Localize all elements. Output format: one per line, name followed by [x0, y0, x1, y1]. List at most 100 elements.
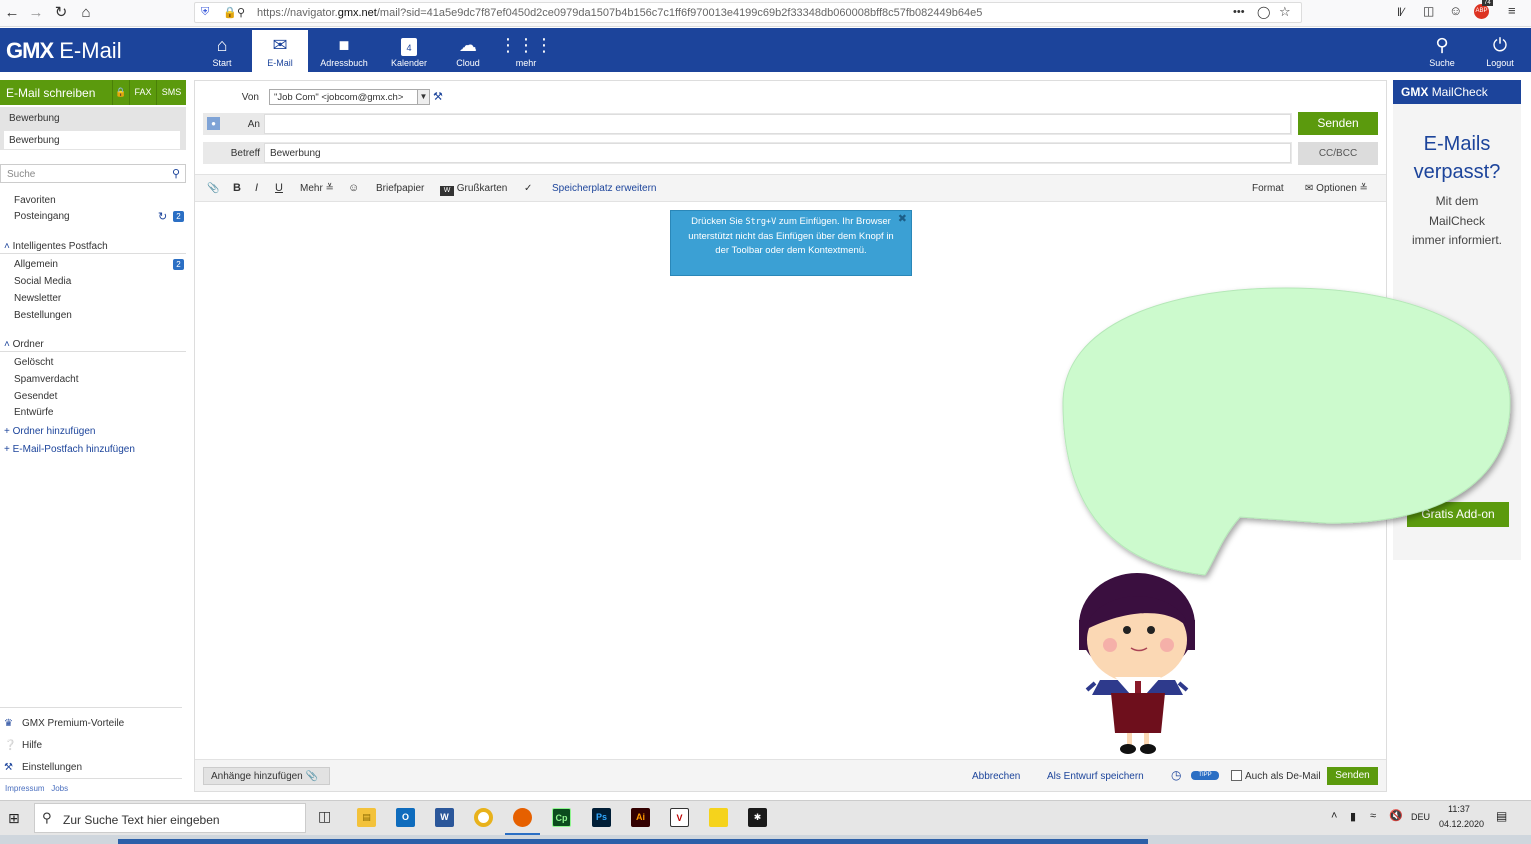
menu-icon[interactable]: ≡ [1508, 3, 1516, 18]
spellcheck-icon[interactable]: ✓ [524, 183, 532, 194]
format-button[interactable]: Format [1252, 183, 1284, 194]
italic-button[interactable]: I [255, 182, 258, 194]
legal-links[interactable]: Impressum Jobs [5, 784, 68, 793]
outlook-icon[interactable]: O [396, 808, 415, 827]
vnc-icon[interactable]: V [670, 808, 689, 827]
reload-icon[interactable]: ↻ [51, 3, 71, 23]
from-select[interactable]: "Job Com" <jobcom@gmx.ch> [269, 89, 419, 105]
send-button-bottom[interactable]: Senden [1327, 767, 1378, 785]
wifi-icon[interactable]: ≈ [1370, 810, 1376, 822]
sidebar-item-social-media[interactable]: Social Media [14, 276, 71, 287]
nav-cloud[interactable]: ☁ Cloud [440, 30, 496, 72]
forward-icon[interactable]: → [26, 3, 46, 23]
clock-icon[interactable]: ◷ [1171, 768, 1181, 782]
wrench-icon[interactable]: ⚒ [433, 90, 443, 103]
nav-calendar[interactable]: 4 Kalender [381, 30, 437, 72]
paperclip-icon[interactable]: 📎 [207, 183, 219, 194]
key-icon[interactable]: ⚲ [237, 6, 245, 19]
acrobat-icon[interactable]: ✱ [748, 808, 767, 827]
compose-button[interactable]: E-Mail schreiben 🔒 FAX SMS [0, 80, 186, 105]
sidebar-item-deleted[interactable]: Gelöscht [14, 357, 53, 368]
firefox-icon[interactable] [513, 808, 532, 827]
draft-tab[interactable]: Bewerbung [4, 131, 180, 149]
windows-start-icon[interactable]: ⊞ [8, 810, 20, 827]
add-mailbox-link[interactable]: + E-Mail-Postfach hinzufügen [4, 444, 135, 455]
ccbcc-button[interactable]: CC/BCC [1298, 142, 1378, 165]
sidebar-item-favorites[interactable]: Favoriten [14, 195, 56, 206]
task-view-icon[interactable]: ◫ [318, 808, 331, 825]
taskbar-search-input[interactable]: ⚲ Zur Suche Text hier eingeben [34, 803, 306, 833]
subject-input[interactable]: Bewerbung [264, 143, 1291, 163]
word-icon[interactable]: W [435, 808, 454, 827]
nav-addressbook[interactable]: ■ Adressbuch [314, 30, 374, 72]
search-icon[interactable]: ⚲ [172, 167, 180, 180]
address-bar[interactable]: ⛨ 🔒 ⚲ https://navigator.gmx.net/mail?sid… [194, 2, 1302, 23]
library-icon[interactable]: ‖∕ [1397, 5, 1404, 19]
folders-section-header[interactable]: ˄ Ordner [4, 339, 44, 350]
sidebar-item-newsletter[interactable]: Newsletter [14, 293, 61, 304]
tip-badge[interactable]: TIPP [1191, 771, 1219, 780]
shield-icon[interactable]: ⛨ [201, 6, 209, 19]
sidebar-item-inbox[interactable]: Posteingang [14, 211, 70, 222]
search-input[interactable]: Suche ⚲ [0, 164, 186, 183]
clock-date[interactable]: 04.12.2020 [1439, 819, 1484, 829]
sidebar-item-sent[interactable]: Gesendet [14, 391, 57, 402]
sidebar-item-spam[interactable]: Spamverdacht [14, 374, 78, 385]
photoshop-icon[interactable]: Ps [592, 808, 611, 827]
underline-button[interactable]: U [275, 182, 283, 194]
page-actions-icon[interactable]: ••• [1233, 6, 1245, 18]
stationery-button[interactable]: Briefpapier [376, 183, 424, 194]
notifications-icon[interactable]: ▤ [1496, 809, 1507, 823]
chrome-icon[interactable] [474, 808, 493, 827]
send-button-top[interactable]: Senden [1298, 112, 1378, 135]
sms-button[interactable]: SMS [156, 80, 186, 105]
storage-link[interactable]: Speicherplatz erweitern [552, 183, 657, 194]
greeting-cards-button[interactable]: W Grußkarten [440, 183, 507, 196]
language-indicator[interactable]: DEU [1411, 812, 1430, 822]
settings-link[interactable]: ⚒ Einstellungen [4, 762, 82, 773]
pocket-icon[interactable]: ◯ [1257, 5, 1270, 19]
clock-time[interactable]: 11:37 [1448, 804, 1470, 814]
speaker-muted-icon[interactable]: 🔇 [1389, 809, 1403, 822]
chevron-down-icon[interactable]: ▼ [417, 89, 430, 105]
bookmark-star-icon[interactable]: ☆ [1279, 4, 1291, 20]
smart-section-header[interactable]: ˄ Intelligentes Postfach [4, 241, 108, 252]
sidebar-icon[interactable]: ◫ [1423, 4, 1434, 18]
url-text[interactable]: https://navigator.gmx.net/mail?sid=41a5e… [257, 7, 982, 19]
gmx-logo[interactable]: GMX E-Mail [6, 38, 122, 64]
save-draft-button[interactable]: Als Entwurf speichern [1047, 771, 1144, 782]
cancel-button[interactable]: Abbrechen [972, 771, 1020, 782]
to-input[interactable] [264, 114, 1291, 134]
adblock-icon[interactable]: ABP [1474, 4, 1489, 19]
nav-email[interactable]: ✉ E-Mail [252, 30, 308, 72]
sidebar-item-drafts[interactable]: Entwürfe [14, 407, 53, 418]
captivate-icon[interactable]: Cp [552, 808, 571, 827]
demail-checkbox[interactable] [1231, 770, 1242, 781]
emoji-icon[interactable]: ☺ [348, 182, 359, 194]
nav-more[interactable]: ⋮⋮⋮ mehr [498, 30, 554, 72]
home-icon[interactable]: ⌂ [76, 3, 96, 23]
tray-chevron-icon[interactable]: ˄ [1331, 810, 1337, 822]
refresh-icon[interactable]: ↻ [158, 210, 167, 223]
contact-picker-icon[interactable]: ● [207, 117, 220, 130]
sidebar-item-allgemein[interactable]: Allgemein [14, 259, 58, 270]
battery-icon[interactable]: ▮ [1350, 810, 1356, 823]
account-icon[interactable]: ☺ [1449, 3, 1462, 18]
file-explorer-icon[interactable]: ▤ [357, 808, 376, 827]
sticky-notes-icon[interactable] [709, 808, 728, 827]
add-folder-link[interactable]: + Ordner hinzufügen [4, 426, 95, 437]
secure-compose-icon[interactable]: 🔒 [112, 80, 129, 105]
illustrator-icon[interactable]: Ai [631, 808, 650, 827]
header-search[interactable]: ⚲ Suche [1414, 30, 1470, 72]
bold-button[interactable]: B [233, 182, 241, 194]
attach-button[interactable]: Anhänge hinzufügen 📎 [203, 767, 330, 785]
nav-start[interactable]: ⌂ Start [194, 30, 250, 72]
draft-title[interactable]: Bewerbung [4, 109, 180, 127]
help-link[interactable]: ❔ Hilfe [4, 740, 42, 751]
options-button[interactable]: ✉ Optionen ≚ [1305, 183, 1368, 194]
more-format-button[interactable]: Mehr ≚ [300, 183, 334, 194]
back-icon[interactable]: ← [2, 3, 22, 23]
lock-icon[interactable]: 🔒 [223, 6, 237, 19]
premium-link[interactable]: ♛ GMX Premium-Vorteile [4, 718, 124, 729]
sidebar-item-bestellungen[interactable]: Bestellungen [14, 310, 72, 321]
